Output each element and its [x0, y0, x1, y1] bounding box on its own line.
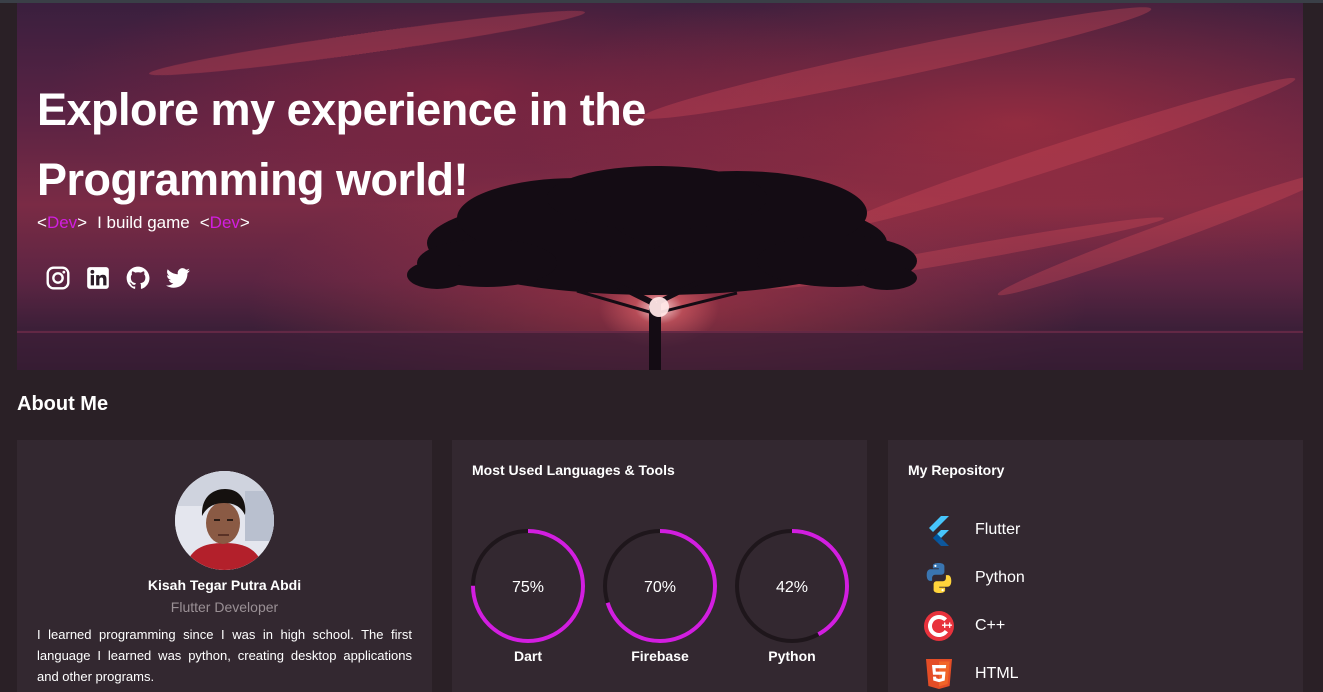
profile-card: Kisah Tegar Putra Abdi Flutter Developer… [17, 440, 432, 692]
tagline-text: I build game [97, 213, 190, 232]
profile-name: Kisah Tegar Putra Abdi [147, 577, 302, 593]
ring-label-dart: Dart [513, 648, 542, 664]
ring-percent-python: 42% [776, 579, 808, 596]
repo-item-html[interactable]: HTML [922, 650, 1025, 692]
repo-label-flutter: Flutter [975, 521, 1021, 538]
profile-role: Flutter Developer [170, 599, 279, 615]
twitter-icon[interactable] [165, 265, 191, 291]
repo-item-flutter[interactable]: Flutter [922, 506, 1025, 554]
hero-title-line-2: Programming world! [37, 154, 469, 205]
ring-percent-dart: 75% [512, 579, 544, 596]
tag-open-bracket: < [199, 213, 210, 232]
hero-tagline: < Dev > I build game < Dev > [37, 213, 250, 233]
instagram-icon[interactable] [45, 265, 71, 291]
languages-tools-title: Most Used Languages & Tools [472, 462, 675, 478]
about-me-heading: About Me [17, 393, 109, 415]
repo-label-cpp: C++ [975, 617, 1006, 634]
cpp-icon [924, 611, 954, 641]
tag-dev-word: Dev [46, 213, 78, 232]
ring-percent-firebase: 70% [644, 579, 676, 596]
avatar [175, 471, 274, 570]
github-icon[interactable] [125, 265, 151, 291]
linkedin-icon[interactable] [85, 265, 111, 291]
tag-open-bracket: < [37, 213, 47, 232]
languages-tools-card: Most Used Languages & Tools 75% 70% 42% Da… [452, 440, 867, 692]
ring-label-python: Python [768, 648, 816, 664]
tag-close-bracket: > [239, 213, 250, 232]
social-links [45, 265, 191, 291]
repo-label-html: HTML [975, 665, 1019, 682]
repo-label-python: Python [975, 569, 1025, 586]
ring-label-firebase: Firebase [631, 648, 689, 664]
repo-item-python[interactable]: Python [922, 554, 1025, 602]
repository-card: My Repository Flutter Python C++ HTML [888, 440, 1303, 692]
profile-bio: I learned programming since I was in hig… [37, 627, 412, 684]
repository-title: My Repository [908, 462, 1005, 478]
hero-title-line-1: Explore my experience in the [37, 84, 646, 135]
html5-icon [926, 659, 952, 689]
repo-item-cpp[interactable]: C++ [922, 602, 1025, 650]
avatar-photo [175, 471, 274, 570]
repository-list: Flutter Python C++ HTML [922, 506, 1025, 692]
python-icon [926, 563, 952, 593]
tag-dev-word: Dev [209, 213, 240, 232]
hero-title: Explore my experience in the Programming… [37, 75, 757, 215]
tag-close-bracket: > [77, 213, 88, 232]
skill-rings: 75% 70% 42% [471, 529, 849, 643]
hero-banner: Explore my experience in the Programming… [17, 3, 1303, 370]
flutter-icon [929, 516, 949, 546]
